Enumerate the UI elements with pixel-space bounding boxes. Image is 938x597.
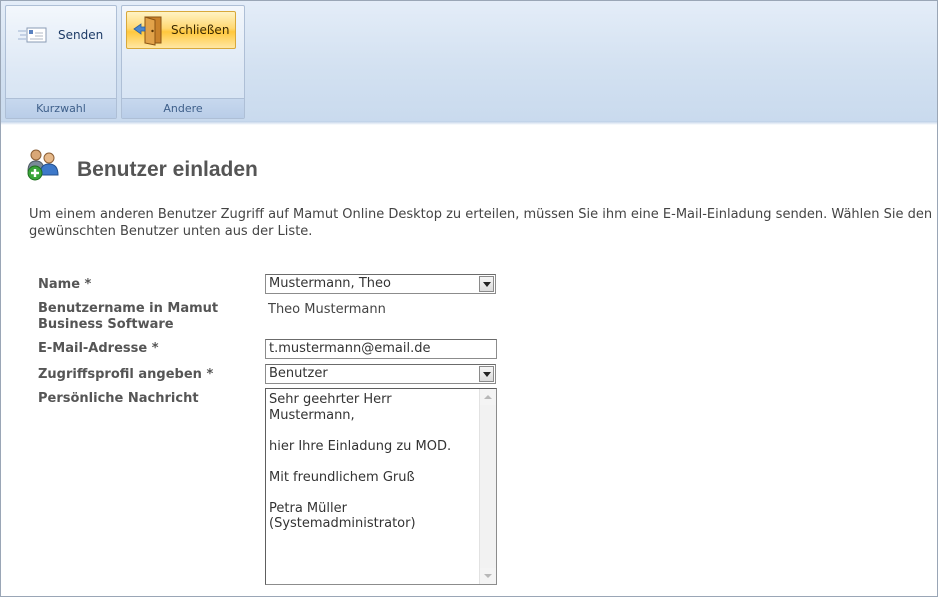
ribbon-group-andere: Schließen Andere	[121, 5, 245, 119]
send-button-label: Senden	[58, 28, 104, 42]
close-button[interactable]: Schließen	[126, 11, 236, 49]
email-label: E-Mail-Adresse *	[38, 341, 159, 356]
message-textarea[interactable]: Sehr geehrter Herr Mustermann, hier Ihre…	[265, 388, 497, 585]
name-select-value: Mustermann, Theo	[269, 276, 391, 291]
add-users-icon	[27, 149, 59, 181]
intro-text: Um einem anderen Benutzer Zugriff auf Ma…	[29, 207, 933, 239]
username-label: Benutzername in Mamut Business Software	[38, 301, 219, 332]
email-field[interactable]: t.mustermann@email.de	[265, 339, 497, 359]
send-button[interactable]: Senden	[16, 19, 109, 51]
chevron-down-icon[interactable]	[479, 276, 494, 292]
profile-label: Zugriffsprofil angeben *	[38, 367, 214, 382]
door-exit-icon	[133, 16, 162, 46]
ribbon: Senden Kurzwahl Schließen Andere	[1, 1, 937, 122]
chevron-down-icon[interactable]	[479, 366, 494, 382]
envelope-icon	[18, 27, 47, 43]
name-label: Name *	[38, 277, 92, 292]
scroll-up-icon[interactable]	[480, 389, 496, 405]
group-label-andere: Andere	[122, 98, 244, 118]
username-value: Theo Mustermann	[268, 302, 386, 317]
message-scrollbar[interactable]	[479, 389, 496, 584]
page-title: Benutzer einladen	[77, 158, 258, 181]
window: Senden Kurzwahl Schließen Andere Benutze…	[0, 0, 938, 597]
profile-select[interactable]: Benutzer	[265, 364, 496, 384]
profile-select-value: Benutzer	[269, 366, 328, 381]
name-select[interactable]: Mustermann, Theo	[265, 274, 496, 294]
main-content: Benutzer einladen Um einem anderen Benut…	[1, 125, 937, 596]
message-text: Sehr geehrter Herr Mustermann, hier Ihre…	[269, 392, 452, 531]
group-label-kurzwahl: Kurzwahl	[6, 98, 116, 118]
close-button-label: Schließen	[171, 23, 230, 37]
ribbon-group-kurzwahl: Senden Kurzwahl	[5, 5, 117, 119]
message-label: Persönliche Nachricht	[38, 391, 199, 406]
email-field-value: t.mustermann@email.de	[269, 341, 431, 356]
scroll-down-icon[interactable]	[480, 568, 496, 584]
